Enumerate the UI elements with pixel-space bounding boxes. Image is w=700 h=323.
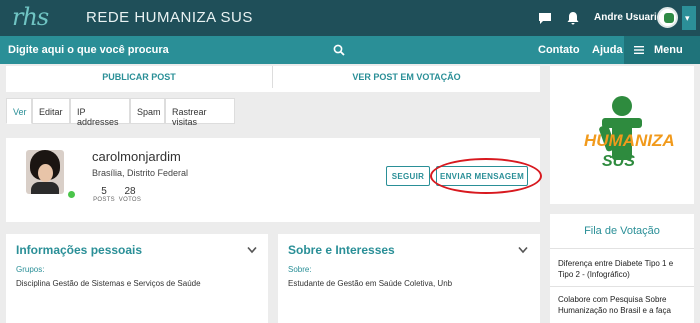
- user-menu-toggle[interactable]: ▾: [682, 6, 696, 30]
- search-icon[interactable]: [333, 44, 345, 56]
- logo-mark[interactable]: rhs: [12, 3, 49, 31]
- interests-title[interactable]: Sobre e Interesses: [288, 243, 395, 257]
- search-bar: [0, 36, 350, 64]
- post-tabs: PUBLICAR POST VER POST EM VOTAÇÃO: [6, 66, 540, 92]
- subtab-ver[interactable]: Ver: [6, 98, 32, 124]
- nav-link-ajuda[interactable]: Ajuda: [592, 44, 623, 56]
- online-status-indicator: [68, 191, 75, 198]
- divider: [550, 248, 694, 249]
- interests-panel: Sobre e Interesses Sobre: Estudante de G…: [278, 234, 540, 323]
- personal-info-panel: Informações pessoais Grupos: Disciplina …: [6, 234, 268, 323]
- profile-avatar[interactable]: [26, 150, 64, 194]
- menu-button[interactable]: Menu: [624, 36, 700, 64]
- logo-text[interactable]: REDE HUMANIZA SUS: [86, 9, 253, 26]
- follow-button[interactable]: SEGUIR: [386, 166, 430, 186]
- nav-bar: Contato Ajuda Menu: [0, 36, 700, 64]
- humaniza-sus-logo-panel: HUMANIZA SUS: [550, 66, 694, 204]
- subtab-editar[interactable]: Editar: [32, 98, 70, 124]
- humaniza-sus-logo[interactable]: HUMANIZA SUS: [550, 66, 694, 204]
- votes-label: VOTOS: [118, 197, 142, 203]
- logo-word-humaniza: HUMANIZA: [584, 131, 675, 150]
- subtab-ip-addresses[interactable]: IP addresses: [70, 98, 130, 127]
- user-avatar[interactable]: [657, 7, 678, 28]
- divider: [550, 286, 694, 287]
- about-value: Estudante de Gestão em Saúde Coletiva, U…: [288, 279, 453, 288]
- groups-value[interactable]: Disciplina Gestão de Sistemas e Serviços…: [16, 279, 201, 288]
- profile-name: carolmonjardim: [92, 149, 181, 164]
- profile-card: carolmonjardim Brasília, Distrito Federa…: [6, 138, 542, 222]
- send-message-button[interactable]: ENVIAR MENSAGEM: [436, 166, 528, 186]
- menu-label: Menu: [654, 44, 683, 56]
- subtab-spam[interactable]: Spam: [130, 98, 165, 124]
- top-bar: rhs REDE HUMANIZA SUS Andre Usuario 2 ▾: [0, 0, 700, 36]
- bell-icon[interactable]: [566, 11, 580, 25]
- about-label: Sobre:: [288, 265, 312, 274]
- vote-item[interactable]: Diferença entre Diabete Tipo 1 e Tipo 2 …: [558, 258, 690, 280]
- chevron-down-icon: ▾: [685, 13, 690, 23]
- chat-icon[interactable]: [538, 11, 552, 25]
- search-input[interactable]: [8, 42, 328, 58]
- vote-item[interactable]: Colabore com Pesquisa Sobre Humanização …: [558, 294, 690, 316]
- logo-word-sus: SUS: [602, 153, 635, 170]
- groups-label: Grupos:: [16, 265, 45, 274]
- nav-link-contato[interactable]: Contato: [538, 44, 580, 56]
- tab-ver-post-em-votacao[interactable]: VER POST EM VOTAÇÃO: [273, 66, 540, 88]
- votes-count[interactable]: 28: [115, 186, 145, 197]
- profile-location: Brasília, Distrito Federal: [92, 168, 189, 178]
- chevron-down-icon[interactable]: [247, 246, 257, 254]
- chevron-down-icon[interactable]: [518, 246, 528, 254]
- vote-queue-panel: Fila de Votação Diferença entre Diabete …: [550, 214, 694, 323]
- hamburger-icon: [634, 46, 644, 54]
- vote-queue-title: Fila de Votação: [584, 225, 660, 237]
- personal-info-title[interactable]: Informações pessoais: [16, 243, 142, 257]
- tab-publicar-post[interactable]: PUBLICAR POST: [6, 66, 273, 88]
- subtab-rastrear-visitas[interactable]: Rastrear visitas: [165, 98, 235, 127]
